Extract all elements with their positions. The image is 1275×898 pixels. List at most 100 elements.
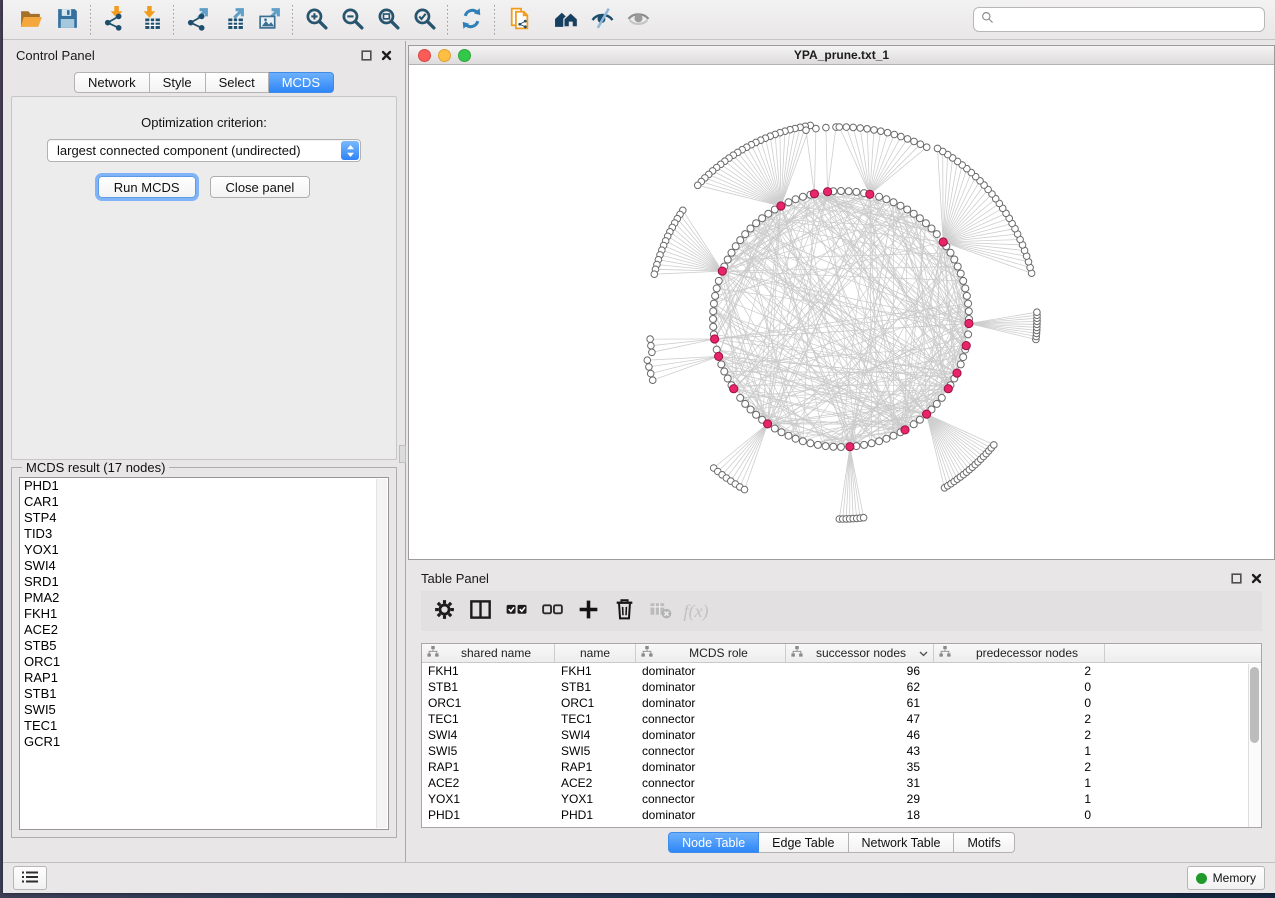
refresh-layout-button[interactable] [453, 2, 489, 38]
float-table-panel-icon[interactable] [1231, 573, 1242, 584]
delete-table-button [645, 596, 675, 626]
column-header-name[interactable]: name [555, 644, 636, 662]
tab-mcds[interactable]: MCDS [269, 72, 334, 93]
table-settings-gear-button[interactable] [429, 596, 459, 626]
scrollbar-thumb[interactable] [1250, 667, 1259, 743]
mcds-result-item[interactable]: STB5 [20, 638, 388, 654]
close-panel-icon[interactable] [381, 50, 392, 61]
unselect-all-columns-button[interactable] [537, 596, 567, 626]
control-panel-tabs: NetworkStyleSelectMCDS [3, 72, 405, 93]
table-row[interactable]: FKH1FKH1dominator962 [422, 663, 1261, 679]
minimize-window-icon[interactable] [438, 49, 451, 62]
network-canvas[interactable] [409, 66, 1274, 559]
close-panel-button[interactable]: Close panel [210, 176, 311, 198]
save-session-button[interactable] [49, 2, 85, 38]
column-header-successor-nodes[interactable]: successor nodes [786, 644, 934, 662]
network-graph[interactable] [409, 66, 1274, 559]
first-neighbors-button[interactable] [548, 2, 584, 38]
mcds-result-item[interactable]: STP4 [20, 510, 388, 526]
mcds-result-item[interactable]: SRD1 [20, 574, 388, 590]
table-row[interactable]: SWI4SWI4dominator462 [422, 727, 1261, 743]
column-header-MCDS-role[interactable]: MCDS role [636, 644, 786, 662]
import-network-button[interactable] [96, 2, 132, 38]
delete-columns-button[interactable] [609, 596, 639, 626]
column-header-shared-name[interactable]: shared name [422, 644, 555, 662]
mcds-result-list[interactable]: PHD1CAR1STP4TID3YOX1SWI4SRD1PMA2FKH1ACE2… [19, 477, 389, 830]
close-table-panel-icon[interactable] [1251, 573, 1262, 584]
run-mcds-button[interactable]: Run MCDS [98, 176, 196, 198]
open-file-button[interactable] [13, 2, 49, 38]
search-box[interactable] [973, 7, 1265, 32]
network-window-titlebar[interactable]: YPA_prune.txt_1 [409, 46, 1274, 65]
export-image-button[interactable] [251, 2, 287, 38]
table-row[interactable]: STB1STB1dominator620 [422, 679, 1261, 695]
table-row[interactable]: RAP1RAP1dominator352 [422, 759, 1261, 775]
memory-status-icon [1196, 873, 1207, 884]
table-row[interactable]: ORC1ORC1dominator610 [422, 695, 1261, 711]
mcds-result-item[interactable]: PHD1 [20, 478, 388, 494]
mcds-result-item[interactable]: SWI4 [20, 558, 388, 574]
mcds-result-item[interactable]: TID3 [20, 526, 388, 542]
cell-shared-name: ORC1 [422, 696, 555, 710]
zoom-in-button[interactable] [298, 2, 334, 38]
add-column-button[interactable] [573, 596, 603, 626]
mcds-result-item[interactable]: RAP1 [20, 670, 388, 686]
show-panels-list-button[interactable] [13, 866, 47, 890]
add-column-icon [576, 597, 601, 625]
float-panel-icon[interactable] [361, 50, 372, 61]
select-all-columns-button[interactable] [501, 596, 531, 626]
cell-predecessor-nodes: 0 [934, 696, 1105, 710]
close-window-icon[interactable] [418, 49, 431, 62]
clone-network-button[interactable] [500, 2, 536, 38]
tab-network[interactable]: Network [74, 72, 150, 93]
table-row[interactable]: ACE2ACE2connector311 [422, 775, 1261, 791]
show-column-panel-icon [468, 597, 493, 625]
show-column-panel-button[interactable] [465, 596, 495, 626]
toolbar-separator [292, 5, 293, 35]
tab-node-table[interactable]: Node Table [668, 832, 759, 853]
search-input[interactable] [999, 13, 1257, 27]
mcds-result-item[interactable]: STB1 [20, 686, 388, 702]
result-list-scroll-track[interactable] [376, 479, 387, 828]
import-table-button[interactable] [132, 2, 168, 38]
table-scrollbar[interactable] [1248, 664, 1261, 827]
show-graphics-details-button[interactable] [620, 2, 656, 38]
tab-select[interactable]: Select [206, 72, 269, 93]
mcds-result-item[interactable]: FKH1 [20, 606, 388, 622]
node-table: shared namenameMCDS rolesuccessor nodesp… [421, 643, 1262, 828]
cell-predecessor-nodes: 2 [934, 760, 1105, 774]
mcds-result-item[interactable]: PMA2 [20, 590, 388, 606]
mcds-result-item[interactable]: SWI5 [20, 702, 388, 718]
export-network-button[interactable] [179, 2, 215, 38]
mcds-result-item[interactable]: ACE2 [20, 622, 388, 638]
maximize-window-icon[interactable] [458, 49, 471, 62]
mcds-result-item[interactable]: TEC1 [20, 718, 388, 734]
zoom-fit-button[interactable] [370, 2, 406, 38]
zoom-selected-button[interactable] [406, 2, 442, 38]
optimization-criterion-select[interactable]: largest connected component (undirected) [47, 139, 361, 162]
export-table-button[interactable] [215, 2, 251, 38]
cell-shared-name: PHD1 [422, 808, 555, 822]
table-row[interactable]: SWI5SWI5connector431 [422, 743, 1261, 759]
mcds-result-item[interactable]: YOX1 [20, 542, 388, 558]
cell-shared-name: FKH1 [422, 664, 555, 678]
table-header-row: shared namenameMCDS rolesuccessor nodesp… [422, 644, 1261, 663]
mcds-result-item[interactable]: GCR1 [20, 734, 388, 750]
mcds-result-item[interactable]: ORC1 [20, 654, 388, 670]
mcds-result-item[interactable]: CAR1 [20, 494, 388, 510]
tab-network-table[interactable]: Network Table [849, 832, 955, 853]
zoom-out-button[interactable] [334, 2, 370, 38]
table-row[interactable]: PHD1PHD1dominator180 [422, 807, 1261, 823]
panel-splitter-handle[interactable] [399, 445, 406, 463]
column-header-predecessor-nodes[interactable]: predecessor nodes [934, 644, 1105, 662]
tab-edge-table[interactable]: Edge Table [759, 832, 848, 853]
table-row[interactable]: TEC1TEC1connector472 [422, 711, 1261, 727]
hide-graphics-details-button[interactable] [584, 2, 620, 38]
refresh-layout-icon [459, 6, 484, 34]
memory-button[interactable]: Memory [1187, 866, 1265, 890]
cell-predecessor-nodes: 1 [934, 792, 1105, 806]
tab-motifs[interactable]: Motifs [954, 832, 1014, 853]
cell-shared-name: STB1 [422, 680, 555, 694]
tab-style[interactable]: Style [150, 72, 206, 93]
table-row[interactable]: YOX1YOX1connector291 [422, 791, 1261, 807]
